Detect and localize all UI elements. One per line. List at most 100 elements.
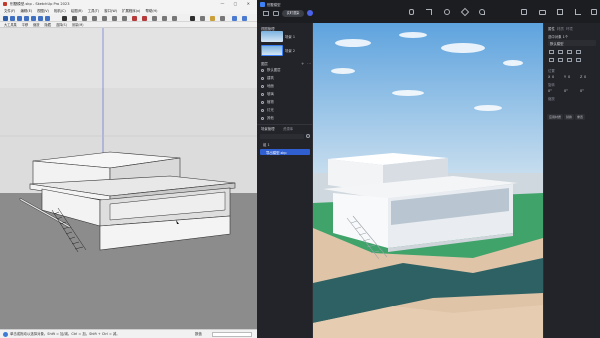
- layer-row[interactable]: 植物: [261, 99, 274, 105]
- tab-library[interactable]: 资源库: [283, 126, 293, 131]
- tab-properties[interactable]: 属性: [548, 26, 555, 31]
- text-icon[interactable]: [172, 16, 177, 21]
- more-icon[interactable]: ⋯: [307, 61, 311, 66]
- toolbar2-zoom[interactable]: 缩放: [33, 23, 39, 27]
- search-input[interactable]: [260, 134, 304, 139]
- tree-item-group[interactable]: 组 1: [263, 142, 270, 147]
- menu-extensions[interactable]: 扩展程序(x): [122, 9, 140, 13]
- rot-z-value[interactable]: 0°: [580, 89, 584, 93]
- layer-visibility-icon[interactable]: [261, 116, 264, 120]
- menu-edit[interactable]: 编辑(E): [20, 9, 32, 13]
- menu-camera[interactable]: 相机(C): [54, 9, 66, 13]
- camera-icon[interactable]: [38, 16, 43, 21]
- toolbar2-select[interactable]: 选择(S): [56, 23, 67, 27]
- toolbar2-large-toolset[interactable]: 大工具集: [4, 23, 17, 27]
- rot-y-value[interactable]: 0°: [564, 89, 568, 93]
- menu-window[interactable]: 窗口(W): [104, 9, 117, 13]
- pos-x-value[interactable]: 0: [552, 75, 554, 79]
- layer-row[interactable]: 灯光: [261, 107, 274, 113]
- search-icon[interactable]: [306, 134, 310, 138]
- settings-icon[interactable]: [460, 7, 470, 17]
- pan-icon[interactable]: [17, 16, 22, 21]
- layer-visibility-icon[interactable]: [261, 100, 264, 104]
- rotate-icon[interactable]: [142, 16, 147, 21]
- scale-icon[interactable]: [152, 16, 157, 21]
- menu-draw[interactable]: 绘图(R): [71, 9, 83, 13]
- layer-row[interactable]: 其他: [261, 115, 274, 121]
- layer-visibility-icon[interactable]: [261, 108, 264, 112]
- toolbar2-hide[interactable]: 隐藏: [45, 23, 51, 27]
- distribute-icon[interactable]: [558, 58, 563, 62]
- view-item-2[interactable]: 场景 2: [285, 48, 295, 53]
- rot-x-value[interactable]: 0°: [548, 89, 552, 93]
- pushpull-icon[interactable]: [112, 16, 117, 21]
- section-icon[interactable]: [220, 16, 225, 21]
- menu-tools[interactable]: 工具(T): [88, 9, 100, 13]
- export-icon[interactable]: [575, 9, 581, 15]
- warehouse-icon[interactable]: [232, 16, 237, 21]
- tab-environment[interactable]: 环境: [566, 26, 573, 31]
- view-item-1[interactable]: 场景 1: [285, 34, 295, 39]
- screenshot-icon[interactable]: [521, 9, 527, 15]
- sketchup-viewport[interactable]: [0, 28, 257, 329]
- distribute-icon[interactable]: [549, 58, 554, 62]
- zoom-extents-icon[interactable]: [31, 16, 36, 21]
- layer-visibility-icon[interactable]: [261, 84, 264, 88]
- apply-material-button[interactable]: 应用材质: [547, 114, 564, 120]
- tab-scene-manager[interactable]: 场景管理: [261, 126, 275, 131]
- grid-icon[interactable]: [273, 11, 279, 16]
- distribute-icon[interactable]: [576, 58, 581, 62]
- reset-button[interactable]: 重置: [575, 114, 586, 120]
- video-icon[interactable]: [539, 10, 546, 15]
- view-thumbnail[interactable]: [261, 31, 283, 42]
- select-arrow-icon[interactable]: [190, 16, 195, 21]
- pos-y-value[interactable]: 0: [568, 75, 570, 79]
- align-icon[interactable]: [576, 50, 581, 54]
- window-controls[interactable]: — ▢ ✕: [220, 0, 254, 8]
- view-thumbnail[interactable]: [261, 45, 283, 56]
- orbit-icon[interactable]: [10, 16, 15, 21]
- eraser-icon[interactable]: [200, 16, 205, 21]
- render-viewport[interactable]: [313, 23, 543, 338]
- align-icon[interactable]: [567, 50, 572, 54]
- select-tool-icon[interactable]: [3, 16, 8, 21]
- rectangle-icon[interactable]: [82, 16, 87, 21]
- sidebar-toggle-icon[interactable]: [263, 11, 269, 16]
- tape-icon[interactable]: [162, 16, 167, 21]
- circle-icon[interactable]: [92, 16, 97, 21]
- rotate-view-icon[interactable]: [444, 9, 450, 15]
- paint-icon[interactable]: [62, 16, 67, 21]
- add-layer-icon[interactable]: +: [301, 61, 304, 66]
- light-icon[interactable]: [409, 9, 414, 15]
- zoom-icon[interactable]: [24, 16, 29, 21]
- offset-icon[interactable]: [122, 16, 127, 21]
- paint-bucket-icon[interactable]: [210, 16, 215, 21]
- tab-materials[interactable]: 材质: [557, 26, 564, 31]
- layer-row[interactable]: 默认图层: [261, 67, 281, 73]
- window-icon[interactable]: [591, 9, 597, 15]
- menu-file[interactable]: 文件(F): [4, 9, 15, 13]
- line-icon[interactable]: [72, 16, 77, 21]
- move-icon[interactable]: [132, 16, 137, 21]
- arc-icon[interactable]: [102, 16, 107, 21]
- pin-icon[interactable]: [479, 9, 485, 15]
- layer-visibility-icon[interactable]: [261, 92, 264, 96]
- layer-row[interactable]: 玻璃: [261, 91, 274, 97]
- tree-item-model[interactable]: 导出模型.skp: [266, 150, 287, 155]
- walk-icon[interactable]: [45, 16, 50, 21]
- extension-icon[interactable]: [242, 16, 247, 21]
- align-icon[interactable]: [558, 50, 563, 54]
- toolbar2-pan[interactable]: 平移: [22, 23, 28, 27]
- panorama-icon[interactable]: [557, 9, 563, 15]
- realtime-mode-button[interactable]: 实时渲染: [282, 10, 304, 17]
- measurements-input[interactable]: [212, 332, 252, 337]
- menu-help[interactable]: 帮助(H): [145, 9, 157, 13]
- layer-visibility-icon[interactable]: [261, 76, 264, 80]
- align-icon[interactable]: [549, 50, 554, 54]
- distribute-icon[interactable]: [567, 58, 572, 62]
- toolbar2-measure[interactable]: 测量(M): [72, 23, 84, 27]
- layer-row[interactable]: 地面: [261, 83, 274, 89]
- layer-visibility-icon[interactable]: [261, 68, 264, 72]
- replace-button[interactable]: 替换: [564, 114, 575, 120]
- sync-icon[interactable]: [307, 10, 313, 16]
